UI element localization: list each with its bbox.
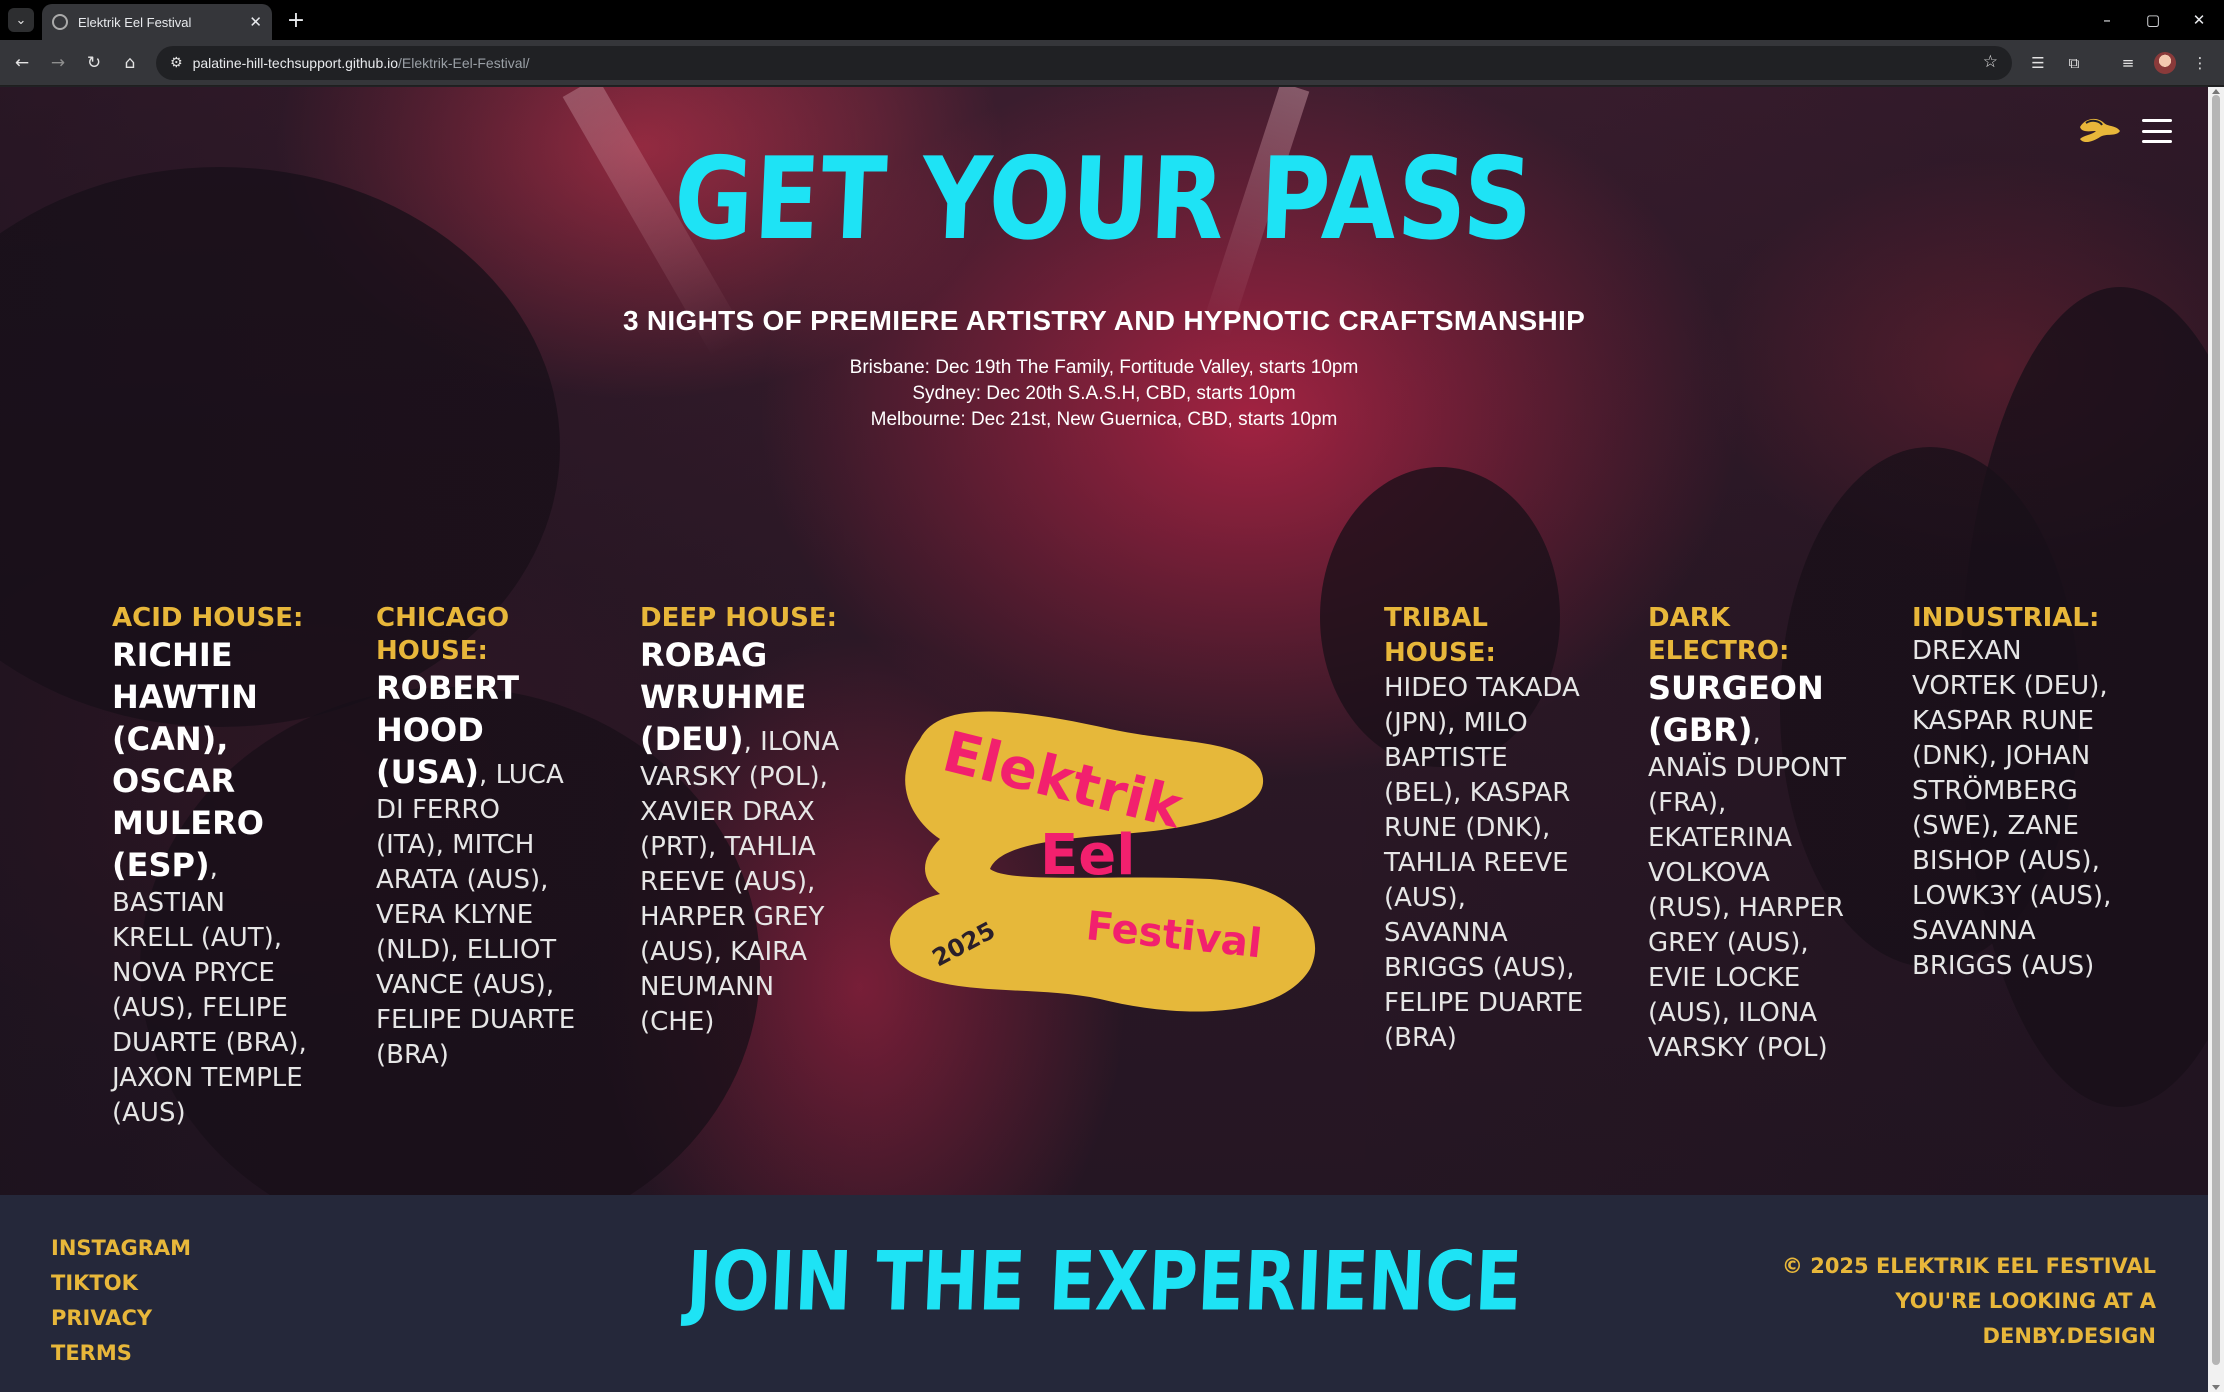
genre-label: Tribal House:	[1384, 603, 1496, 668]
reading-list-icon[interactable]: ☰	[2024, 49, 2052, 77]
genre-label: Industrial:	[1912, 603, 2100, 633]
close-tab-icon[interactable]: ✕	[249, 13, 262, 31]
url-path: /Elektrik-Eel-Festival/	[398, 55, 530, 71]
url-host: palatine-hill-techsupport.github.io	[192, 55, 399, 71]
designer-link[interactable]: denby.design	[1696, 1319, 2156, 1354]
reload-button[interactable]: ↻	[80, 49, 108, 77]
event-dates: Brisbane: Dec 19th The Family, Fortitude…	[0, 355, 2208, 433]
page-viewport: Get your pass 3 NIGHTS OF PREMIERE ARTIS…	[0, 87, 2208, 1392]
minimize-button[interactable]: –	[2084, 0, 2130, 40]
supporting-artists: , Luca Di Ferro (ITA), Mitch Arata (AUS)…	[376, 760, 576, 1070]
supporting-artists: , Bastian Krell (AUT), Nova Pryce (AUS),…	[112, 853, 307, 1128]
profile-avatar[interactable]	[2154, 52, 2176, 74]
tab-search-button[interactable]: ⌄	[8, 8, 34, 32]
page-title: Get your pass	[671, 132, 1537, 266]
headliners: Surgeon (GBR)	[1648, 669, 1824, 749]
scroll-down-arrow-icon[interactable]	[2212, 1385, 2220, 1390]
festival-logo: Elektrik Eel Festival 2025	[889, 711, 1316, 1012]
browser-toolbar: ← → ↻ ⌂ ⚙ palatine-hill-techsupport.gith…	[0, 40, 2224, 86]
supporting-artists: , Anaïs Dupont (FRA), Ekaterina Volkova …	[1648, 718, 1846, 1063]
genre-label: Acid House:	[112, 603, 304, 633]
back-button[interactable]: ←	[8, 49, 36, 77]
address-bar[interactable]: ⚙ palatine-hill-techsupport.github.io/El…	[156, 46, 2012, 80]
site-footer: Instagram TikTok Privacy Terms Join the …	[0, 1195, 2208, 1392]
copyright-text: © 2025 Elektrik Eel Festival	[1781, 1254, 2156, 1278]
footer-credits: © 2025 Elektrik Eel Festival You're look…	[1696, 1249, 2156, 1354]
home-button[interactable]: ⌂	[116, 49, 144, 77]
logo-line2: Eel	[1040, 823, 1135, 888]
lineup-tribal-house: Tribal House: Hideo Takada (JPN), Milo B…	[1384, 602, 1584, 1057]
close-window-button[interactable]: ✕	[2176, 0, 2222, 40]
browser-menu-icon[interactable]: ⋮	[2186, 49, 2214, 77]
headliners: Richie Hawtin (CAN), Oscar Mulero (ESP)	[112, 636, 264, 884]
terms-link[interactable]: Terms	[51, 1336, 191, 1371]
media-controls-icon[interactable]: ≡	[2114, 49, 2142, 77]
lineup-industrial: Industrial: Drexan Vortek (DEU), Kaspar …	[1912, 602, 2112, 985]
lineup-acid-house: Acid House: Richie Hawtin (CAN), Oscar M…	[112, 602, 312, 1132]
date-melbourne: Melbourne: Dec 21st, New Guernica, CBD, …	[870, 409, 1338, 430]
supporting-artists: , Ilona Varsky (POL), Xavier Drax (PRT),…	[640, 727, 840, 1037]
forward-button[interactable]: →	[44, 49, 72, 77]
site-info-icon[interactable]: ⚙	[170, 55, 183, 71]
credit-prefix: You're looking at a	[1895, 1289, 2156, 1313]
hero-section: Get your pass 3 NIGHTS OF PREMIERE ARTIS…	[0, 87, 2208, 1195]
supporting-artists: Drexan Vortek (DEU), Kaspar Rune (DNK), …	[1912, 636, 2112, 981]
globe-icon	[52, 14, 68, 30]
extensions-icon[interactable]: ⧉	[2060, 49, 2088, 77]
lineup-dark-electro: Dark Electro: Surgeon (GBR), Anaïs Dupon…	[1648, 602, 1848, 1067]
scrollbar-thumb[interactable]	[2212, 95, 2220, 1365]
lineup-chicago-house: Chicago House: Robert Hood (USA), Luca D…	[376, 602, 576, 1074]
tab-title: Elektrik Eel Festival	[78, 14, 192, 30]
page-scrollbar[interactable]	[2208, 87, 2224, 1392]
browser-tab-strip: ⌄ Elektrik Eel Festival ✕ + – ▢ ✕	[0, 0, 2224, 40]
genre-label: Chicago House:	[376, 603, 510, 666]
page-subtitle: 3 NIGHTS OF PREMIERE ARTISTRY AND HYPNOT…	[622, 305, 1586, 336]
date-brisbane: Brisbane: Dec 19th The Family, Fortitude…	[849, 357, 1359, 378]
genre-label: Deep House:	[640, 603, 838, 633]
bookmark-star-icon[interactable]: ☆	[1983, 52, 1998, 72]
maximize-button[interactable]: ▢	[2130, 0, 2176, 40]
genre-label: Dark Electro:	[1648, 603, 1790, 666]
browser-tab[interactable]: Elektrik Eel Festival ✕	[42, 4, 272, 40]
date-sydney: Sydney: Dec 20th S.A.S.H, CBD, starts 10…	[912, 383, 1296, 404]
scroll-up-arrow-icon[interactable]	[2212, 89, 2220, 94]
lineup-deep-house: Deep House: Robag Wruhme (DEU), Ilona Va…	[640, 602, 840, 1041]
new-tab-button[interactable]: +	[282, 6, 310, 34]
supporting-artists: Hideo Takada (JPN), Milo Baptiste (BEL),…	[1384, 673, 1584, 1053]
